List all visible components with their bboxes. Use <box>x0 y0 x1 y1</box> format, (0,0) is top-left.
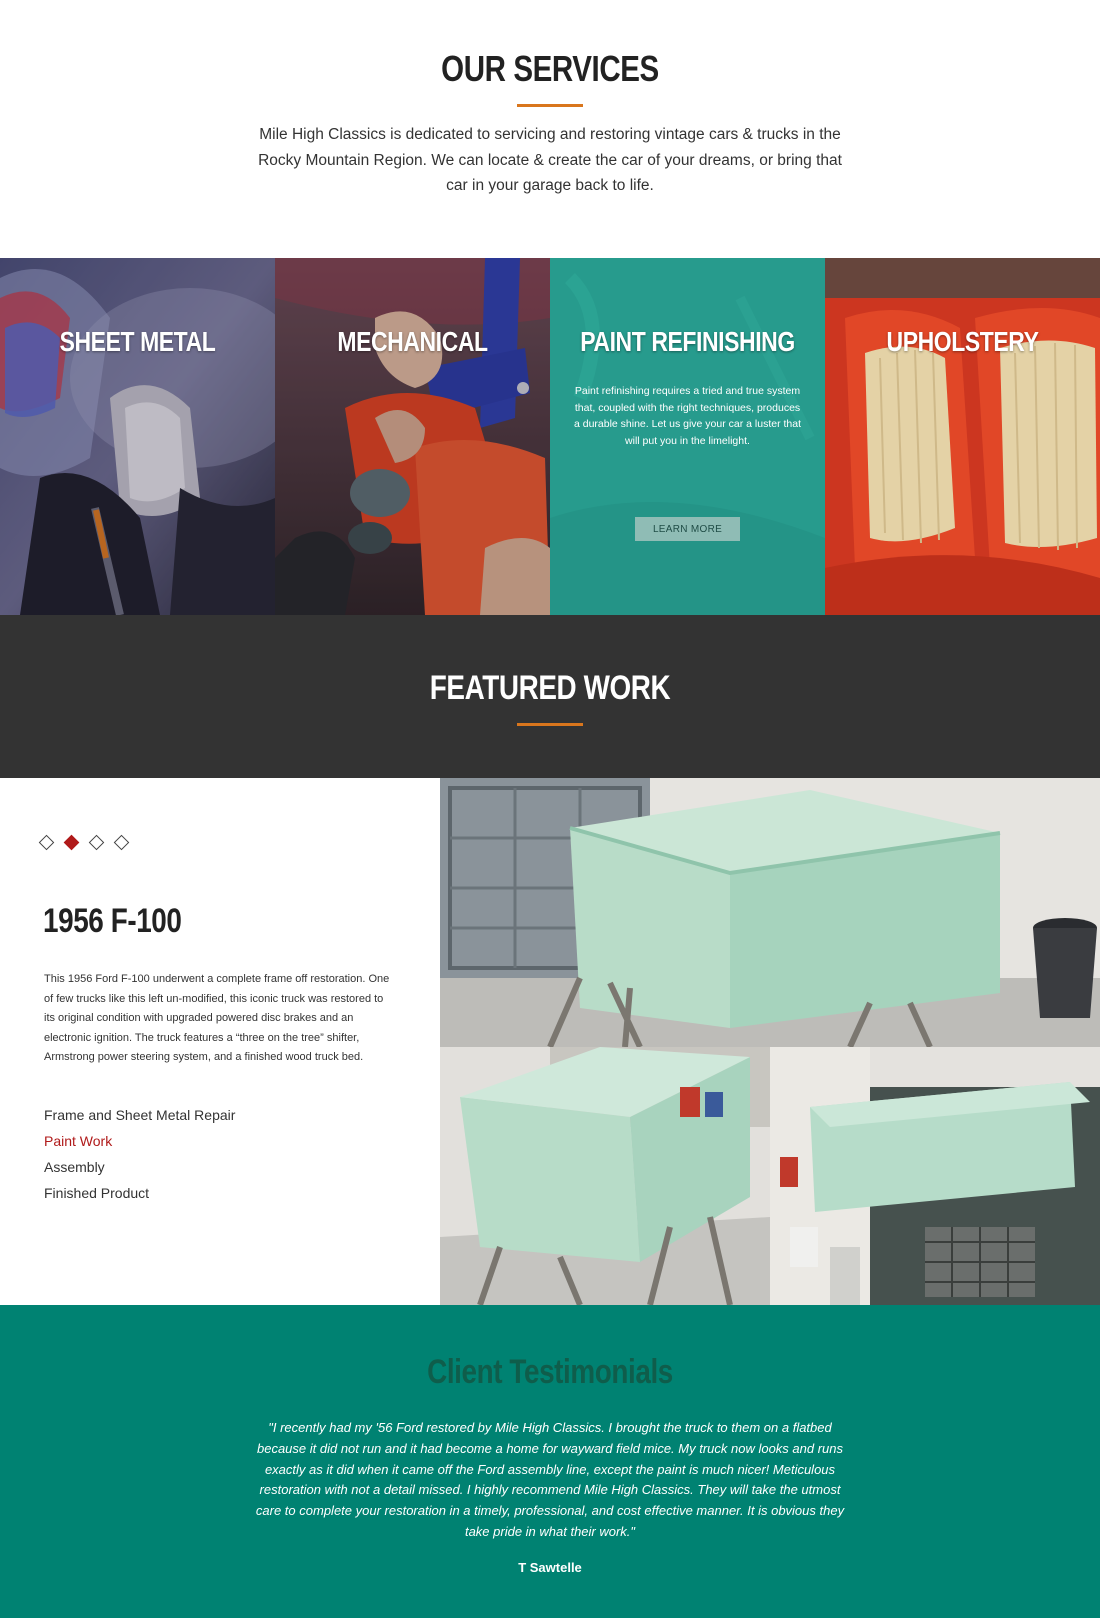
services-title: OUR SERVICES <box>441 48 659 89</box>
testimonial-quote: "I recently had my '56 Ford restored by … <box>255 1420 845 1539</box>
tile-mechanical[interactable]: MECHANICAL <box>275 258 550 615</box>
slide-dot-2[interactable] <box>63 834 80 851</box>
tile-upholstery[interactable]: UPHOLSTERY <box>825 258 1100 615</box>
tile-paint-refinishing[interactable]: PAINT REFINISHING Paint refinishing requ… <box>550 258 825 615</box>
seat-photo <box>825 258 1100 615</box>
slide-indicators <box>38 834 130 851</box>
work-step-frame[interactable]: Frame and Sheet Metal Repair <box>44 1102 235 1128</box>
services-title-rule <box>517 104 583 107</box>
testimonials-section: Client Testimonials "I recently had my '… <box>0 1305 1100 1618</box>
slide-dot-1[interactable] <box>38 834 55 851</box>
work-step-finished[interactable]: Finished Product <box>44 1180 235 1206</box>
work-steps-list: Frame and Sheet Metal Repair Paint Work … <box>44 1102 235 1206</box>
service-tiles: SHEET METAL MECHANICAL PAINT REFINISHING… <box>0 258 1100 615</box>
services-section: OUR SERVICES Mile High Classics is dedic… <box>0 0 1100 258</box>
truck-bed-photo-hanging[interactable] <box>770 1047 1100 1305</box>
truck-bed-photo-large[interactable] <box>440 778 1100 1047</box>
work-step-paint[interactable]: Paint Work <box>44 1128 235 1154</box>
work-title: 1956 F-100 <box>43 902 182 940</box>
work-step-assembly[interactable]: Assembly <box>44 1154 235 1180</box>
testimonial-author: T Sawtelle <box>518 1560 582 1575</box>
tile-description: Paint refinishing requires a tried and t… <box>573 385 802 447</box>
featured-title-rule <box>517 723 583 726</box>
truck-bed-photo-angle[interactable] <box>440 1047 770 1305</box>
learn-more-button[interactable]: LEARN MORE <box>635 517 740 541</box>
engine-photo <box>275 258 550 615</box>
welder-photo <box>0 258 275 615</box>
slide-dot-4[interactable] <box>113 834 130 851</box>
featured-work-header: FEATURED WORK <box>0 615 1100 778</box>
slide-dot-3[interactable] <box>88 834 105 851</box>
tile-title: SHEET METAL <box>59 326 216 357</box>
tile-title: UPHOLSTERY <box>886 326 1039 357</box>
services-description: Mile High Classics is dedicated to servi… <box>258 126 842 194</box>
featured-work-title: FEATURED WORK <box>429 669 671 707</box>
testimonials-title: Client Testimonials <box>427 1353 673 1391</box>
tile-title: PAINT REFINISHING <box>580 326 795 357</box>
tile-sheet-metal[interactable]: SHEET METAL <box>0 258 275 615</box>
tile-title: MECHANICAL <box>337 326 488 357</box>
work-description: This 1956 Ford F-100 underwent a complet… <box>44 973 390 1063</box>
featured-work-details: 1956 F-100 This 1956 Ford F-100 underwen… <box>0 778 440 1305</box>
